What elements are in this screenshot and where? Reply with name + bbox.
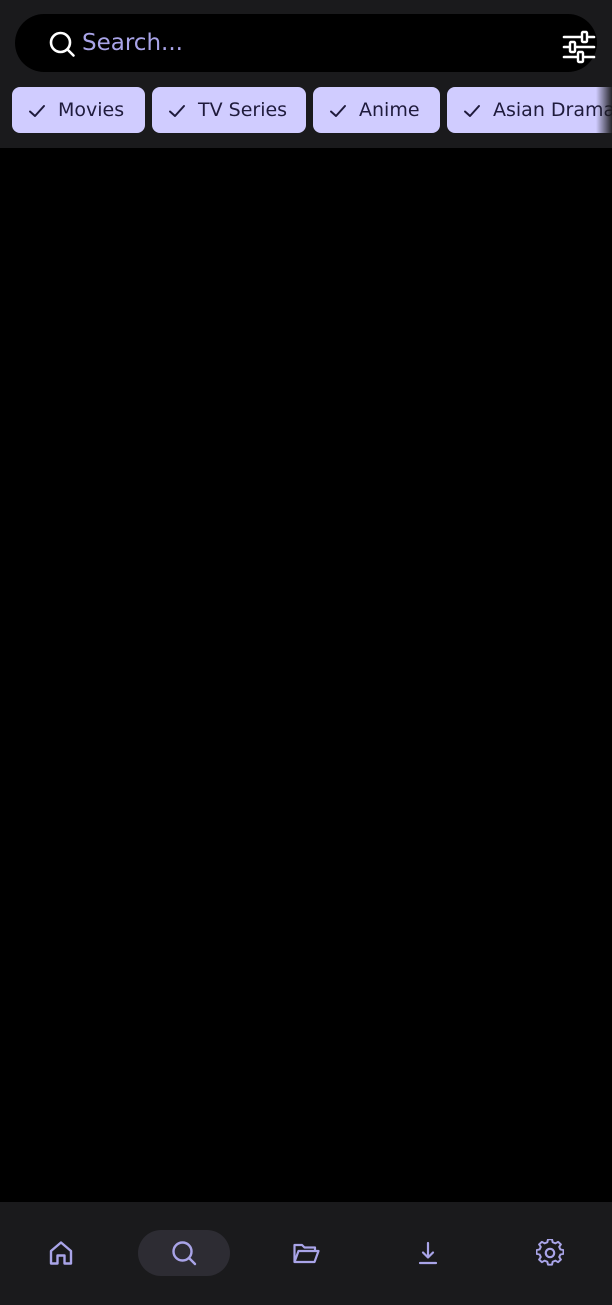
chip-tv-series[interactable]: TV Series — [152, 87, 306, 133]
nav-search[interactable] — [138, 1230, 230, 1276]
search-input[interactable] — [82, 23, 532, 63]
nav-downloads[interactable] — [382, 1230, 474, 1276]
nav-home[interactable] — [15, 1230, 107, 1276]
search-bar[interactable] — [15, 14, 597, 72]
check-icon — [330, 105, 346, 117]
folder-icon — [293, 1243, 320, 1264]
chip-label: Asian Drama — [493, 99, 612, 121]
download-icon — [418, 1241, 438, 1265]
filter-chips: Movies TV Series Anime Asian Drama — [12, 87, 612, 133]
chip-movies[interactable]: Movies — [12, 87, 145, 133]
chip-asian-drama[interactable]: Asian Drama — [447, 87, 612, 133]
chip-label: TV Series — [198, 99, 288, 121]
nav-settings[interactable] — [504, 1230, 596, 1276]
check-icon — [464, 105, 480, 117]
nav-library[interactable] — [260, 1230, 352, 1276]
search-icon[interactable] — [48, 30, 76, 58]
chips-scroll-fade — [596, 87, 612, 133]
settings-icon — [536, 1239, 564, 1266]
search-icon — [172, 1241, 197, 1266]
check-icon — [29, 105, 45, 117]
chip-anime[interactable]: Anime — [313, 87, 440, 133]
bottom-navigation — [0, 1202, 612, 1305]
check-icon — [169, 105, 185, 117]
search-header: Movies TV Series Anime Asian Drama — [0, 0, 612, 148]
search-results-area — [0, 148, 612, 1202]
app-root: Movies TV Series Anime Asian Drama — [0, 0, 612, 1305]
tune-filter-icon[interactable] — [561, 30, 597, 64]
chip-label: Movies — [58, 99, 125, 121]
chip-label: Anime — [359, 99, 420, 121]
home-icon — [49, 1241, 73, 1265]
